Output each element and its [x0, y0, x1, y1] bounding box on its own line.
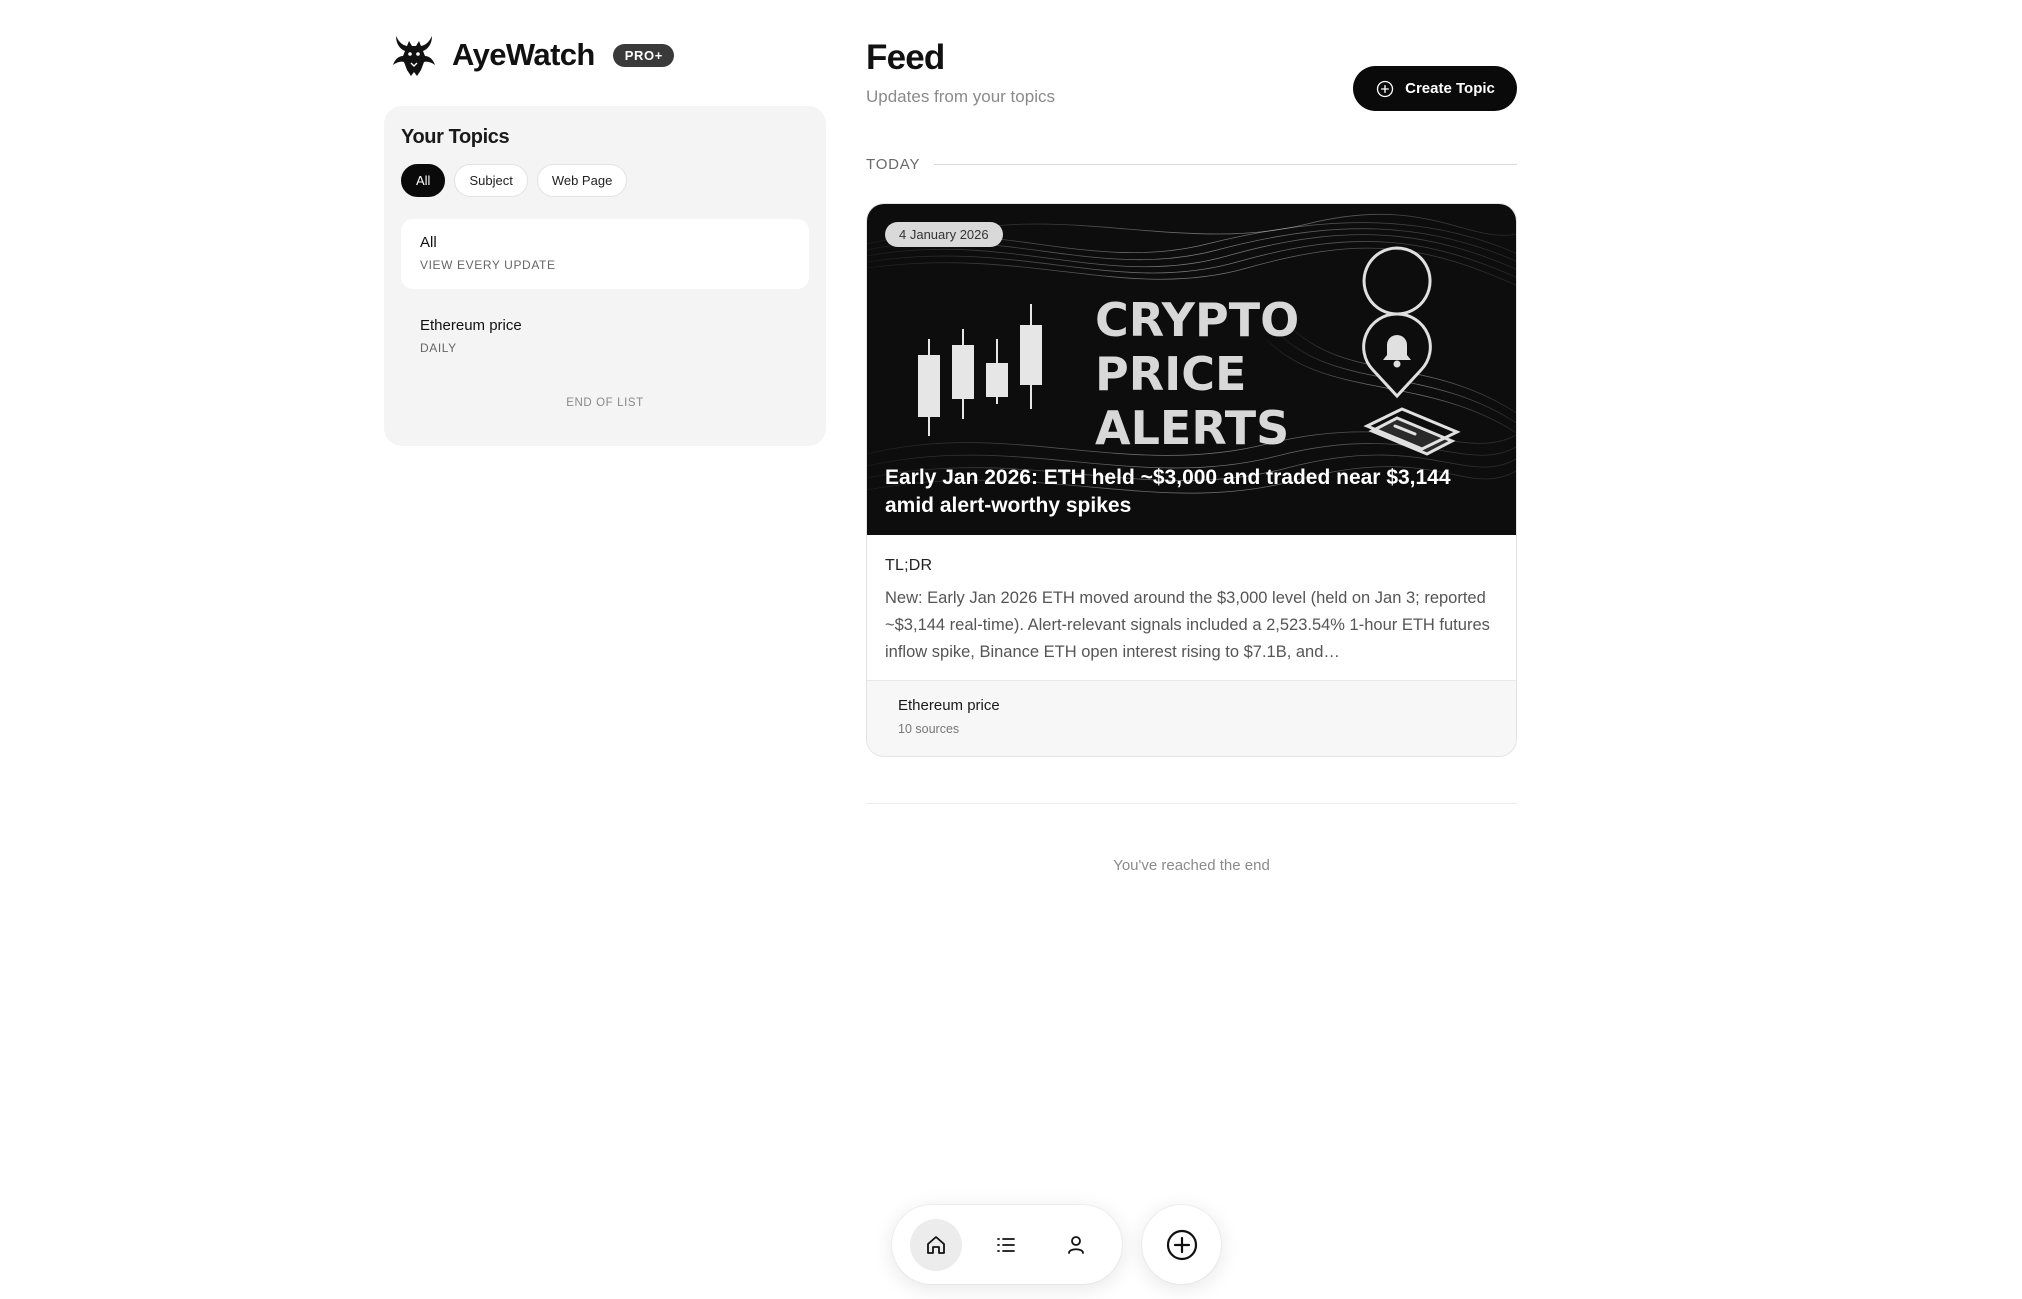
hero-text-line-1: CRYPTO	[1095, 293, 1299, 347]
plus-circle-icon	[1376, 80, 1394, 97]
filter-all[interactable]: All	[401, 164, 446, 197]
card-sources-count: 10 sources	[898, 722, 960, 736]
plus-circle-icon	[1166, 1229, 1197, 1260]
topics-panel: Your Topics All Subject Web Page All VIE…	[384, 106, 826, 446]
divider	[866, 803, 1517, 804]
topic-item-all[interactable]: All VIEW EVERY UPDATE	[401, 219, 809, 289]
bottom-navigation	[892, 1205, 1122, 1284]
divider	[934, 164, 1517, 165]
brand[interactable]: AyeWatch PRO+	[390, 32, 674, 78]
create-topic-label: Create Topic	[1405, 80, 1495, 97]
topic-name: Ethereum price	[420, 317, 522, 334]
end-of-feed-note: You've reached the end	[1113, 857, 1270, 874]
tldr-text: New: Early Jan 2026 ETH moved around the…	[885, 589, 1490, 661]
card-hero-image: CRYPTO PRICE ALERTS 4 January 2026 Early…	[867, 204, 1516, 535]
create-topic-button[interactable]: Create Topic	[1353, 66, 1517, 111]
home-icon	[927, 1235, 945, 1254]
card-footer[interactable]: Ethereum price 10 sources	[867, 680, 1516, 756]
feed-card[interactable]: CRYPTO PRICE ALERTS 4 January 2026 Early…	[866, 203, 1517, 757]
list-icon	[997, 1237, 1015, 1252]
topic-subtitle: VIEW EVERY UPDATE	[420, 258, 556, 272]
add-topic-fab[interactable]	[1142, 1205, 1221, 1284]
profile-icon	[1068, 1235, 1084, 1254]
nav-home-button[interactable]	[910, 1218, 962, 1271]
filter-subject[interactable]: Subject	[454, 164, 528, 197]
card-topic-name: Ethereum price	[898, 697, 1000, 714]
section-label: TODAY	[866, 156, 921, 173]
tldr-label: TL;DR	[885, 557, 933, 574]
topic-subtitle: DAILY	[420, 341, 457, 355]
page-title: Feed	[866, 38, 945, 77]
topic-filters: All Subject Web Page	[401, 164, 628, 197]
plan-badge: PRO+	[612, 43, 674, 67]
card-headline: Early Jan 2026: ETH held ~$3,000 and tra…	[885, 466, 1451, 517]
card-date-badge: 4 January 2026	[885, 222, 1003, 247]
topics-title: Your Topics	[401, 126, 510, 148]
filter-web-page[interactable]: Web Page	[536, 164, 628, 197]
page-subtitle: Updates from your topics	[866, 87, 1055, 106]
card-summary: TL;DR New: Early Jan 2026 ETH moved arou…	[867, 535, 1516, 666]
end-of-list-label: END OF LIST	[566, 397, 644, 409]
hero-text-line-2: PRICE	[1095, 347, 1246, 401]
hero-text-line-3: ALERTS	[1095, 401, 1289, 455]
topic-name: All	[420, 234, 437, 251]
topic-item-ethereum-price[interactable]: Ethereum price DAILY	[401, 302, 809, 372]
nav-profile-button[interactable]	[1050, 1219, 1102, 1271]
nav-topics-button[interactable]	[980, 1219, 1032, 1271]
section-header-today: TODAY	[866, 156, 1517, 173]
bull-logo-icon	[393, 36, 435, 76]
bell-pin-icon	[1362, 246, 1461, 456]
brand-name: AyeWatch	[452, 37, 595, 72]
